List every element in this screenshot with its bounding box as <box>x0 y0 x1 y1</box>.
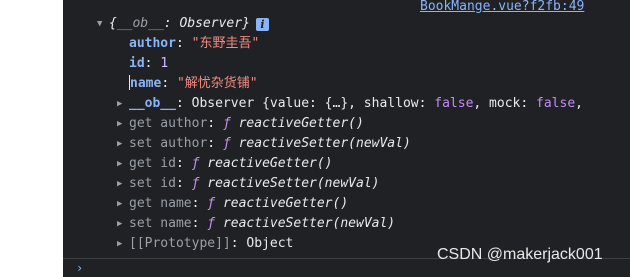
object-header-row[interactable]: ▼ {__ob__: Observer} i <box>97 14 269 34</box>
accessor-function: reactiveSetter(newVal) <box>238 136 411 151</box>
ob-preview: Observer {value: {…}, shallow: <box>191 96 435 111</box>
ob-property-row[interactable]: ▶ __ob__: Observer {value: {…}, shallow: … <box>117 94 583 114</box>
property-row: author: "东野圭吾" <box>129 36 260 51</box>
accessor-label: set author <box>129 136 208 151</box>
function-icon: ƒ <box>222 136 231 151</box>
accessor-function: reactiveGetter() <box>222 196 349 211</box>
function-icon: ƒ <box>207 216 216 231</box>
property-row: name: "解忧杂货铺" <box>129 75 258 91</box>
ob-preview-end: , <box>575 96 583 111</box>
property-row: id: 1 <box>129 56 169 71</box>
info-icon[interactable]: i <box>255 18 269 31</box>
property-key: name <box>130 76 162 91</box>
accessor-row[interactable]: ▶ get id: ƒ reactiveGetter() <box>117 154 333 174</box>
console-prompt-icon[interactable]: › <box>76 259 83 277</box>
accessor-label: get author <box>129 116 208 131</box>
property-key: __ob__ <box>129 96 176 111</box>
ob-mock-value: false <box>536 96 576 111</box>
property-key: id <box>129 56 145 71</box>
prototype-key: [[Prototype]] <box>129 236 231 251</box>
expand-right-icon[interactable]: ▶ <box>117 94 129 114</box>
screenshot: BookMange.vue?f2fb:49 ▼ {__ob__: Observer… <box>0 0 630 277</box>
source-link[interactable]: BookMange.vue?f2fb:49 <box>420 0 584 14</box>
expand-down-icon[interactable]: ▼ <box>97 14 109 34</box>
object-separator: : <box>163 16 180 31</box>
expand-right-icon[interactable]: ▶ <box>117 214 129 234</box>
property-key: author <box>129 36 176 51</box>
object-brace-close: } <box>242 16 250 31</box>
function-icon: ƒ <box>207 196 216 211</box>
prototype-row[interactable]: ▶ [[Prototype]]: Object <box>117 234 293 254</box>
accessor-row[interactable]: ▶ get name: ƒ reactiveGetter() <box>117 194 348 214</box>
object-key-ob: __ob__ <box>116 16 164 31</box>
accessor-label: set name <box>129 216 192 231</box>
accessor-row[interactable]: ▶ get author: ƒ reactiveGetter() <box>117 114 364 134</box>
function-icon: ƒ <box>222 116 231 131</box>
expand-right-icon[interactable]: ▶ <box>117 114 129 134</box>
devtools-console: BookMange.vue?f2fb:49 ▼ {__ob__: Observer… <box>63 0 630 277</box>
accessor-row[interactable]: ▶ set name: ƒ reactiveSetter(newVal) <box>117 214 395 234</box>
accessor-function: reactiveSetter(newVal) <box>207 176 380 191</box>
accessor-row[interactable]: ▶ set id: ƒ reactiveSetter(newVal) <box>117 174 379 194</box>
accessor-label: get id <box>129 156 176 171</box>
property-value: "东野圭吾" <box>191 36 260 51</box>
object-brace-open: { <box>109 16 117 31</box>
prototype-value: Object <box>246 236 294 251</box>
accessor-function: reactiveSetter(newVal) <box>222 216 396 231</box>
accessor-label: get name <box>129 196 192 211</box>
ob-preview-mid: , mock: <box>473 96 537 111</box>
function-icon: ƒ <box>191 156 200 171</box>
property-value: 1 <box>160 56 169 71</box>
ob-shallow-value: false <box>434 96 474 111</box>
function-icon: ƒ <box>191 176 200 191</box>
expand-right-icon[interactable]: ▶ <box>117 134 129 154</box>
accessor-row[interactable]: ▶ set author: ƒ reactiveSetter(newVal) <box>117 134 411 154</box>
expand-right-icon[interactable]: ▶ <box>117 234 129 254</box>
accessor-label: set id <box>129 176 176 191</box>
watermark: CSDN @makerjack001 <box>437 246 603 263</box>
accessor-function: reactiveGetter() <box>207 156 333 171</box>
object-type: Observer <box>179 16 243 31</box>
expand-right-icon[interactable]: ▶ <box>117 154 129 174</box>
page-margin <box>0 0 63 277</box>
accessor-function: reactiveGetter() <box>238 116 364 131</box>
property-value: "解忧杂货铺" <box>176 76 258 91</box>
expand-right-icon[interactable]: ▶ <box>117 174 129 194</box>
expand-right-icon[interactable]: ▶ <box>117 194 129 214</box>
